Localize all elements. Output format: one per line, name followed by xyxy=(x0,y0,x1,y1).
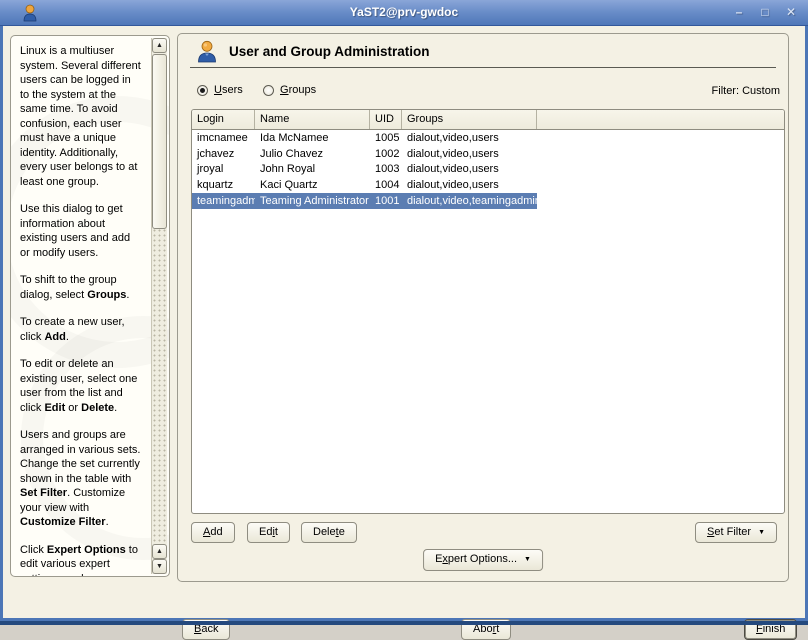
cell-uid: 1004 xyxy=(375,179,400,192)
radio-groups-label: Groups xyxy=(280,84,317,96)
header-separator xyxy=(190,67,776,68)
column-header-groups[interactable]: Groups xyxy=(402,110,537,129)
expert-options-label: Expert Options... xyxy=(435,553,517,565)
cell-groups: dialout,video,users xyxy=(407,163,499,176)
scrollbar-thumb[interactable] xyxy=(152,54,167,229)
scroll-up-icon[interactable]: ▲ xyxy=(152,38,167,53)
delete-button[interactable]: Delete xyxy=(301,522,357,543)
cell-name: Teaming Administrator xyxy=(255,193,370,209)
table-row[interactable]: teamingadminTeaming Administrator1001dia… xyxy=(192,193,784,209)
column-header-empty xyxy=(537,110,784,129)
titlebar: YaST2@prv-gwdoc – □ ✕ xyxy=(0,0,808,26)
cell-login: jchavez xyxy=(197,147,235,160)
column-header-login[interactable]: Login xyxy=(192,110,255,129)
help-paragraph: Click Expert Options to edit various exp… xyxy=(20,543,138,577)
cell-empty xyxy=(537,162,784,178)
column-header-uid[interactable]: UID xyxy=(370,110,402,129)
help-paragraph: Use this dialog to get information about… xyxy=(20,203,131,259)
filter-status: Filter: Custom xyxy=(711,85,780,97)
radio-circle-icon[interactable] xyxy=(197,84,208,96)
cell-login: imcnamee xyxy=(197,131,248,144)
scroll-up-icon[interactable]: ▲ xyxy=(152,544,167,559)
chevron-down-icon: ▼ xyxy=(758,529,765,536)
table-header: Login Name UID Groups xyxy=(192,110,784,130)
help-paragraph: Users and groups are arranged in various… xyxy=(20,429,141,528)
help-paragraph: To edit or delete an existing user, sele… xyxy=(20,358,138,414)
cell-empty xyxy=(537,146,784,162)
cell-login: jroyal xyxy=(197,163,224,176)
cell-name: Julio Chavez xyxy=(260,147,323,160)
help-paragraph: Linux is a multiuser system. Several dif… xyxy=(20,45,141,188)
cell-login: teamingadmin xyxy=(192,193,255,209)
radio-users-label: Users xyxy=(214,84,243,96)
scroll-down-icon[interactable]: ▼ xyxy=(152,559,167,574)
radio-users[interactable]: Users xyxy=(197,84,243,96)
cell-groups: dialout,video,teamingadmin xyxy=(402,193,537,209)
cell-empty xyxy=(537,130,784,146)
cell-uid: 1005 xyxy=(375,131,400,144)
users-table: Login Name UID Groups imcnamee Ida McName… xyxy=(191,109,785,514)
cell-uid: 1003 xyxy=(375,163,400,176)
window-frame-bottom xyxy=(0,621,808,625)
cell-empty xyxy=(537,193,784,209)
help-paragraph: To shift to the group dialog, select Gro… xyxy=(20,274,130,301)
cell-uid: 1001 xyxy=(370,193,402,209)
yast-window: YaST2@prv-gwdoc – □ ✕ Linux is a multius… xyxy=(0,0,808,640)
cell-empty xyxy=(537,177,784,193)
page-title: User and Group Administration xyxy=(229,44,430,59)
add-button[interactable]: Add xyxy=(191,522,235,543)
window-controls: – □ ✕ xyxy=(732,4,798,20)
help-scrollbar[interactable]: ▲ ▲ ▼ xyxy=(151,38,167,574)
cell-name: Kaci Quartz xyxy=(260,179,318,192)
main-header: User and Group Administration xyxy=(196,40,430,63)
main-panel: User and Group Administration Users Grou… xyxy=(177,33,789,582)
chevron-down-icon: ▼ xyxy=(524,556,531,563)
table-row[interactable]: jchavez Julio Chavez 1002 dialout,video,use… xyxy=(192,146,784,162)
cell-login: kquartz xyxy=(197,179,234,192)
maximize-icon[interactable]: □ xyxy=(758,4,772,20)
help-paragraph: To create a new user, click Add. xyxy=(20,316,125,343)
cell-groups: dialout,video,users xyxy=(407,147,499,160)
table-row[interactable]: jroyal John Royal 1003 dialout,video,users xyxy=(192,162,784,178)
close-icon[interactable]: ✕ xyxy=(784,4,798,20)
table-row[interactable]: kquartz Kaci Quartz 1004 dialout,video,user… xyxy=(192,177,784,193)
window-title: YaST2@prv-gwdoc xyxy=(349,5,459,19)
set-filter-button[interactable]: Set Filter ▼ xyxy=(695,522,777,543)
cell-groups: dialout,video,users xyxy=(407,179,499,192)
help-text: Linux is a multiuser system. Several dif… xyxy=(20,44,142,577)
expert-options-button[interactable]: Expert Options... ▼ xyxy=(423,549,543,571)
edit-button[interactable]: Edit xyxy=(247,522,290,543)
help-panel: Linux is a multiuser system. Several dif… xyxy=(10,35,170,577)
table-row[interactable]: imcnamee Ida McNamee 1005 dialout,video,use… xyxy=(192,130,784,146)
cell-name: John Royal xyxy=(260,163,316,176)
cell-groups: dialout,video,users xyxy=(407,131,499,144)
column-header-name[interactable]: Name xyxy=(255,110,370,129)
minimize-icon[interactable]: – xyxy=(732,4,746,20)
set-filter-label: Set Filter xyxy=(707,526,752,538)
cell-uid: 1002 xyxy=(375,147,400,160)
radio-circle-icon[interactable] xyxy=(263,84,274,96)
table-body: imcnamee Ida McNamee 1005 dialout,video,use… xyxy=(192,130,784,209)
radio-groups[interactable]: Groups xyxy=(263,84,316,96)
window-content: Linux is a multiuser system. Several dif… xyxy=(3,26,805,640)
user-group-icon xyxy=(196,40,218,63)
cell-name: Ida McNamee xyxy=(260,131,329,144)
